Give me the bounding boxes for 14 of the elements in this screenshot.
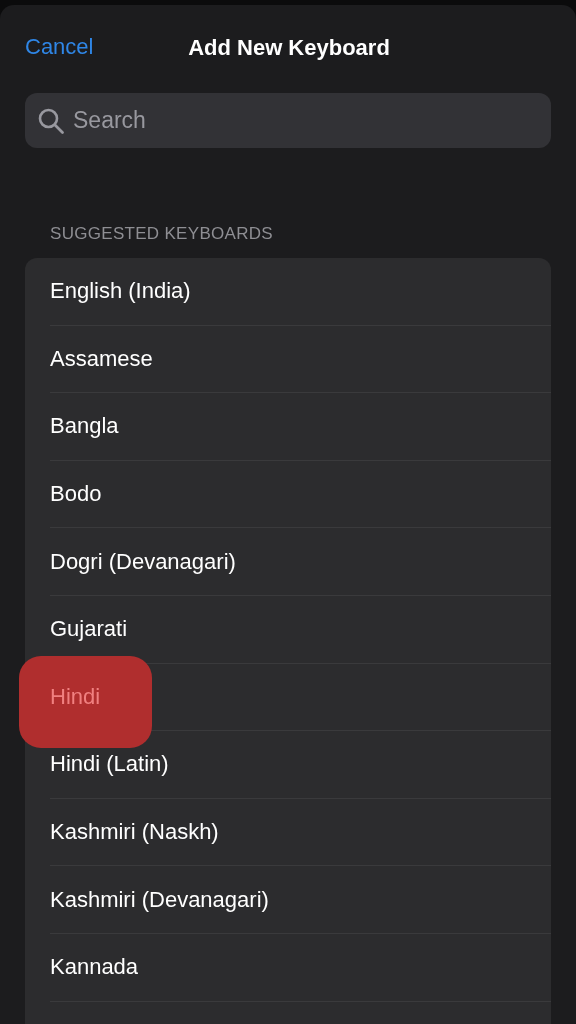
- search-field[interactable]: Search: [25, 93, 551, 148]
- keyboard-item[interactable]: Hindi (Latin): [50, 751, 169, 778]
- cancel-button[interactable]: Cancel: [25, 34, 94, 60]
- keyboard-item[interactable]: Kashmiri (Devanagari): [50, 886, 269, 913]
- keyboard-item[interactable]: English (India): [50, 278, 191, 305]
- keyboard-item[interactable]: Kashmiri (Naskh): [50, 819, 219, 846]
- sheet-title: Add New Keyboard: [188, 35, 390, 61]
- section-header: SUGGESTED KEYBOARDS: [49, 223, 274, 245]
- keyboard-item[interactable]: Gujarati: [50, 616, 128, 643]
- keyboard-item[interactable]: Bodo: [50, 481, 102, 508]
- keyboard-item[interactable]: Assamese: [50, 345, 153, 372]
- keyboard-item[interactable]: Bangla: [50, 413, 119, 440]
- keyboard-item[interactable]: Kannada: [50, 954, 139, 981]
- keyboard-item[interactable]: Dogri (Devanagari): [50, 548, 236, 575]
